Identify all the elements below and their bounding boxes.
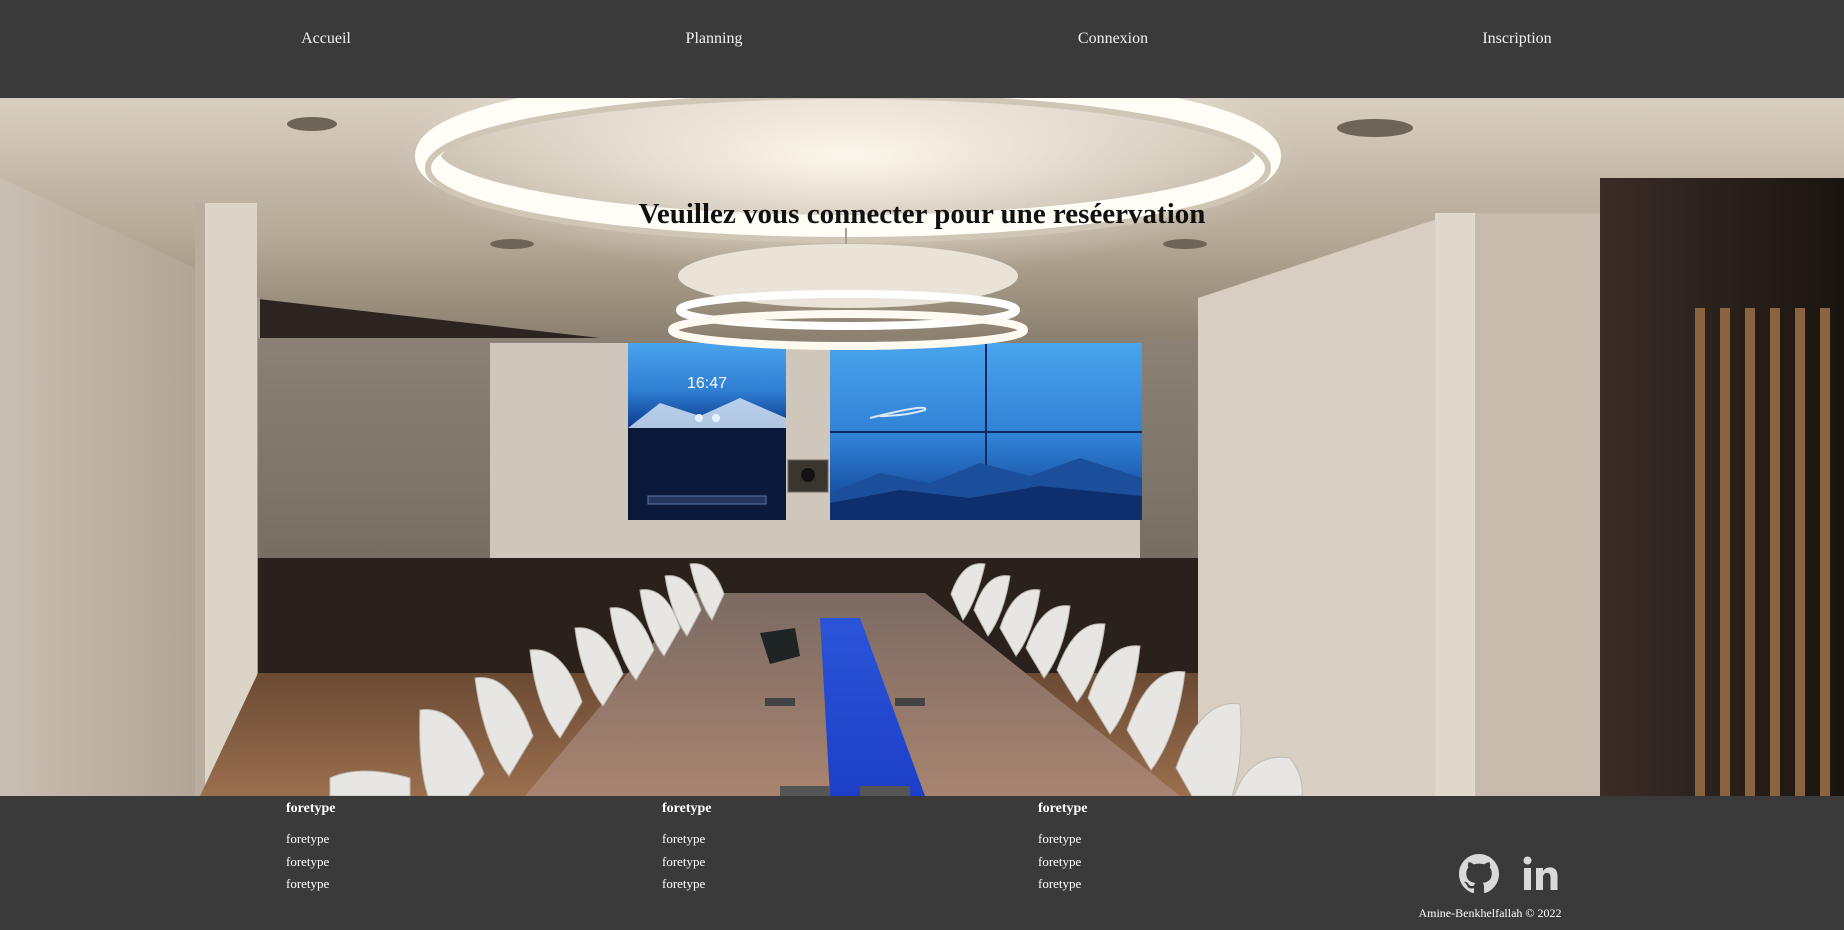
screen-clock-text: 16:47 [687, 375, 727, 392]
nav-link-inscription[interactable]: Inscription [1482, 30, 1551, 48]
footer-link[interactable]: foretype [286, 831, 329, 847]
footer-column-title: foretype [662, 801, 712, 816]
footer-link[interactable]: foretype [286, 854, 329, 870]
footer-link[interactable]: foretype [662, 876, 705, 892]
nav-link-planning[interactable]: Planning [686, 30, 743, 48]
linkedin-icon[interactable] [1522, 854, 1562, 894]
nav-link-accueil[interactable]: Accueil [301, 30, 351, 48]
footer-link[interactable]: foretype [1038, 854, 1081, 870]
top-navigation: Accueil Planning Connexion Inscription [0, 0, 1844, 98]
github-icon[interactable] [1459, 854, 1499, 894]
hero-section: 16:47 Veuillez vous connecter pour une r… [0, 98, 1844, 796]
footer: foretype foretype foretype foretype fore… [0, 796, 1844, 930]
footer-link[interactable]: foretype [286, 876, 329, 892]
page-title: Veuillez vous connecter pour une reséerv… [638, 198, 1206, 230]
footer-column-title: foretype [286, 801, 336, 816]
footer-link[interactable]: foretype [1038, 876, 1081, 892]
copyright-text: Amine-Benkhelfallah © 2022 [1418, 906, 1562, 920]
footer-link[interactable]: foretype [662, 831, 705, 847]
footer-column-title: foretype [1038, 801, 1088, 816]
footer-link[interactable]: foretype [1038, 831, 1081, 847]
footer-link[interactable]: foretype [662, 854, 705, 870]
nav-link-connexion[interactable]: Connexion [1078, 30, 1148, 48]
